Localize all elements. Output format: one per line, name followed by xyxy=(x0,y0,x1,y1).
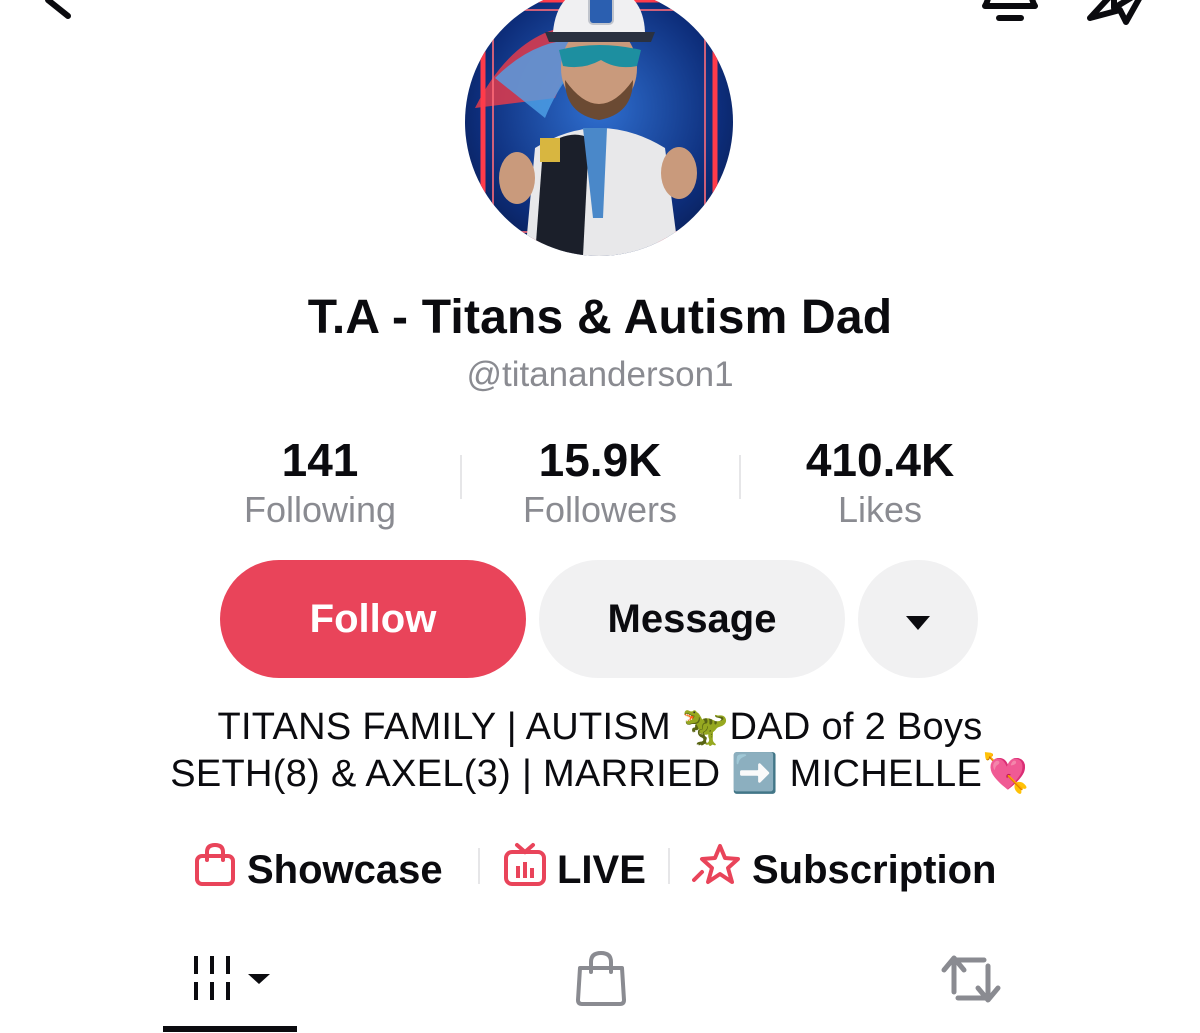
link-divider xyxy=(668,848,670,884)
followers-stat[interactable]: 15.9K Followers xyxy=(460,432,740,532)
followers-label: Followers xyxy=(522,489,678,530)
tab-videos[interactable] xyxy=(190,950,280,1011)
link-divider xyxy=(478,848,480,884)
username: @titananderson1 xyxy=(466,355,734,394)
likes-label: Likes xyxy=(837,489,923,530)
showcase-label: Showcase xyxy=(247,847,443,892)
bell-icon[interactable] xyxy=(975,0,1045,29)
tab-reposts[interactable] xyxy=(940,950,1002,1013)
chevron-down-icon xyxy=(905,597,931,642)
following-count: 141 xyxy=(281,434,359,486)
grid-icon xyxy=(190,956,280,1010)
live-label: LIVE xyxy=(557,847,646,892)
back-icon[interactable] xyxy=(28,0,88,25)
bio-line-2: SETH(8) & AXEL(3) | MARRIED ➡️ MICHELLE💘 xyxy=(170,753,1030,795)
following-stat[interactable]: 141 Following xyxy=(180,432,460,532)
star-icon xyxy=(692,842,752,898)
repost-icon xyxy=(940,955,1002,1012)
tv-icon xyxy=(503,842,557,898)
shopping-bag-icon xyxy=(193,842,247,898)
display-name: T.A - Titans & Autism Dad xyxy=(307,291,893,344)
tab-shop[interactable] xyxy=(574,950,628,1013)
likes-stat[interactable]: 410.4K Likes xyxy=(740,432,1020,532)
shopping-bag-icon xyxy=(574,950,628,1012)
more-options-button[interactable] xyxy=(858,560,978,678)
live-link[interactable]: LIVE xyxy=(503,842,646,898)
follow-button[interactable]: Follow xyxy=(220,560,526,678)
active-tab-indicator xyxy=(163,1026,297,1032)
showcase-link[interactable]: Showcase xyxy=(193,842,443,898)
message-button[interactable]: Message xyxy=(539,560,845,678)
followers-count: 15.9K xyxy=(538,434,662,486)
share-icon[interactable] xyxy=(1080,0,1160,33)
subscription-link[interactable]: Subscription xyxy=(692,842,996,898)
likes-count: 410.4K xyxy=(805,434,955,486)
bio-line-1: TITANS FAMILY | AUTISM 🦖DAD of 2 Boys xyxy=(217,706,983,748)
avatar[interactable] xyxy=(465,0,733,256)
following-label: Following xyxy=(243,489,397,530)
subscription-label: Subscription xyxy=(752,847,997,892)
